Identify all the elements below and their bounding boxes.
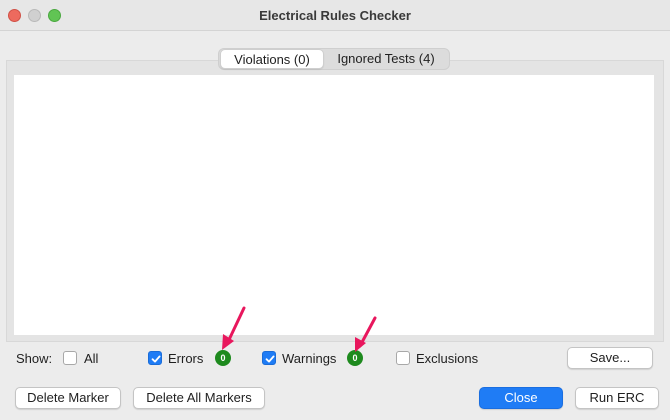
errors-checkbox[interactable] xyxy=(148,351,162,365)
run-erc-button[interactable]: Run ERC xyxy=(575,387,659,409)
close-button[interactable]: Close xyxy=(479,387,563,409)
show-label: Show: xyxy=(16,351,53,366)
violations-list[interactable] xyxy=(14,75,654,335)
exclusions-label: Exclusions xyxy=(416,351,479,366)
warnings-label: Warnings xyxy=(282,351,337,366)
delete-all-markers-button[interactable]: Delete All Markers xyxy=(133,387,265,409)
errors-label: Errors xyxy=(168,351,204,366)
all-checkbox[interactable] xyxy=(63,351,77,365)
errors-count-badge: 0 xyxy=(215,350,231,366)
title-bar: Electrical Rules Checker xyxy=(0,0,670,31)
warnings-checkbox[interactable] xyxy=(262,351,276,365)
save-button[interactable]: Save... xyxy=(567,347,653,369)
checkmark-icon xyxy=(151,355,161,363)
checkmark-icon xyxy=(265,355,275,363)
annotation-arrow-icon xyxy=(355,316,377,352)
delete-marker-button[interactable]: Delete Marker xyxy=(15,387,121,409)
exclusions-checkbox[interactable] xyxy=(396,351,410,365)
tab-violations[interactable]: Violations (0) xyxy=(220,49,324,69)
annotation-arrow-icon xyxy=(222,306,246,350)
tab-ignored-tests[interactable]: Ignored Tests (4) xyxy=(324,49,448,69)
tab-bar: Violations (0) Ignored Tests (4) xyxy=(218,48,450,70)
window-title: Electrical Rules Checker xyxy=(259,8,411,23)
all-label: All xyxy=(84,351,99,366)
